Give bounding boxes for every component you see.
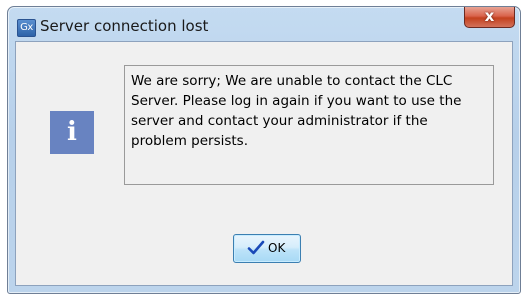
info-icon: i: [50, 111, 94, 154]
app-icon: Gx: [17, 19, 36, 37]
dialog-body: i We are sorry; We are unable to contact…: [15, 41, 513, 286]
dialog-window: Gx Server connection lost x i We are sor…: [7, 6, 521, 294]
close-icon: x: [484, 7, 495, 25]
window-title: Server connection lost: [40, 17, 209, 35]
close-button[interactable]: x: [464, 7, 515, 28]
ok-button-label: OK: [268, 241, 286, 255]
title-bar[interactable]: Gx Server connection lost x: [8, 7, 520, 41]
message-text: We are sorry; We are unable to contact t…: [124, 65, 494, 185]
ok-button[interactable]: OK: [233, 234, 301, 263]
check-icon: [247, 240, 265, 255]
